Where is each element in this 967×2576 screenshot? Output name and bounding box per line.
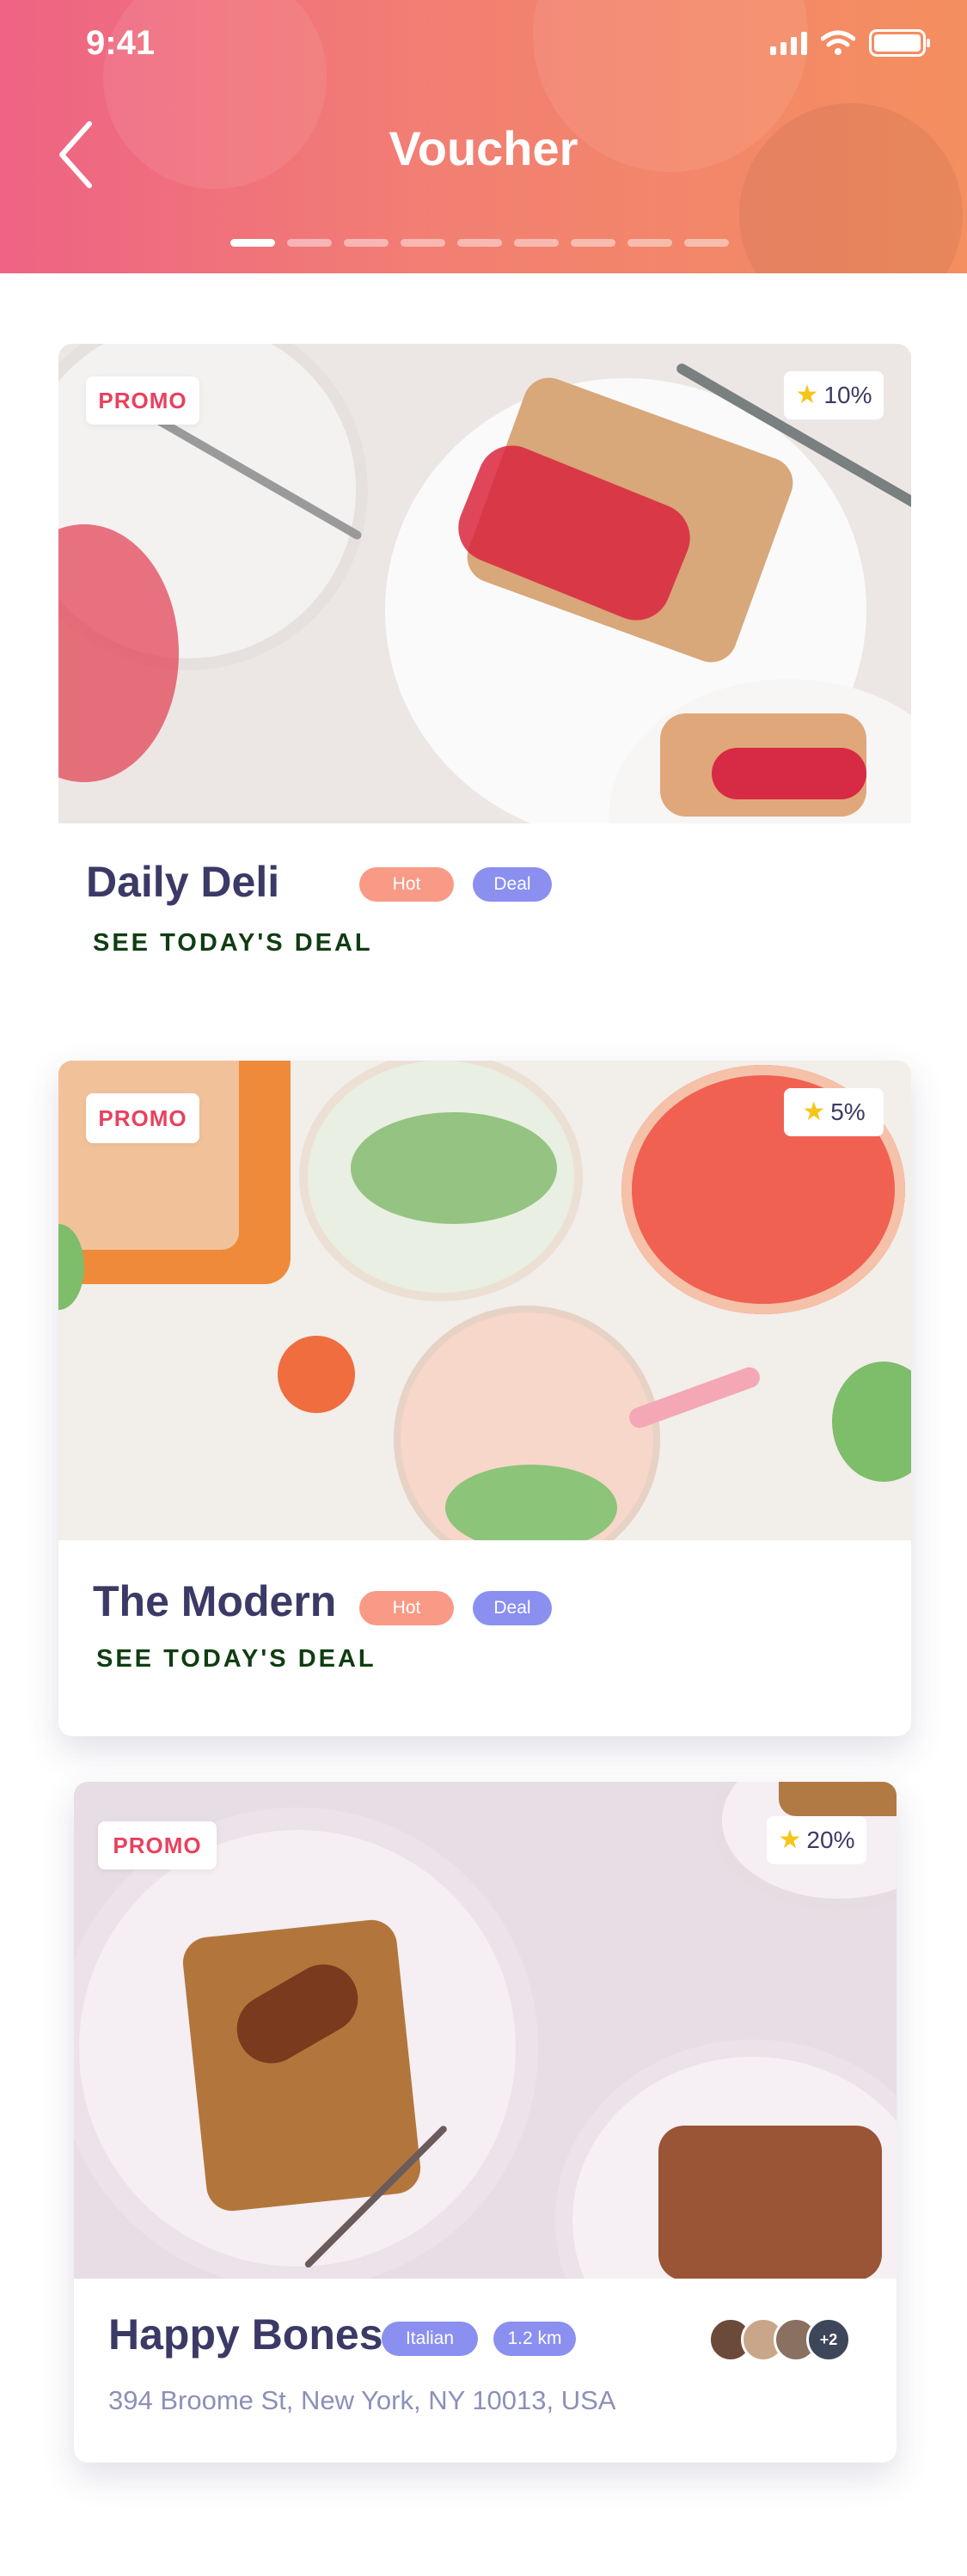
star-icon: ★ [802, 1098, 826, 1126]
header: 9:41 Voucher [0, 0, 967, 273]
status-bar: 9:41 [0, 0, 967, 86]
voucher-card[interactable]: PROMO ★ 5% The Modern Hot Deal SEE TODAY… [58, 1061, 911, 1736]
page-indicator-dot[interactable] [571, 239, 615, 247]
restaurant-name: Happy Bones [108, 2310, 383, 2359]
page-indicator-dot[interactable] [514, 239, 559, 247]
rating-value: 5% [830, 1098, 866, 1125]
see-deal-link[interactable]: SEE TODAY'S DEAL [93, 929, 373, 958]
battery-icon [869, 29, 930, 57]
wifi-icon [821, 30, 855, 55]
tag-deal[interactable]: Deal [473, 1591, 552, 1625]
tag-cuisine[interactable]: Italian [382, 2322, 478, 2356]
page-indicator [230, 239, 729, 247]
tag-hot[interactable]: Hot [359, 867, 454, 902]
page-indicator-dot[interactable] [230, 239, 275, 247]
page-indicator-dot[interactable] [684, 239, 729, 247]
rating-badge: ★ 20% [767, 1816, 866, 1864]
status-icons [770, 29, 930, 57]
page-title: Voucher [389, 121, 578, 175]
restaurant-name: Daily Deli [86, 858, 280, 906]
cellular-signal-icon [770, 31, 807, 55]
restaurant-name: The Modern [93, 1577, 337, 1625]
promo-badge: PROMO [86, 1093, 199, 1143]
voucher-card[interactable]: PROMO ★ 10% Daily Deli Hot Deal SEE TODA… [58, 344, 911, 980]
tag-hot[interactable]: Hot [359, 1591, 454, 1625]
page-indicator-dot[interactable] [344, 239, 389, 247]
page-indicator-dot[interactable] [457, 239, 502, 247]
page-indicator-dot[interactable] [627, 239, 672, 247]
rating-value: 10% [823, 382, 872, 408]
tag-deal[interactable]: Deal [473, 867, 552, 902]
rating-value: 20% [806, 1826, 855, 1853]
restaurant-address: 394 Broome St, New York, NY 10013, USA [108, 2385, 616, 2415]
status-time: 9:41 [86, 24, 156, 62]
rating-badge: ★ 5% [784, 1088, 884, 1136]
voucher-card[interactable]: PROMO ★ 20% Happy Bones Italian 1.2 km +… [74, 1782, 897, 2463]
star-icon: ★ [795, 381, 819, 409]
tag-distance[interactable]: 1.2 km [493, 2322, 576, 2356]
see-deal-link[interactable]: SEE TODAY'S DEAL [96, 1645, 376, 1673]
page-indicator-dot[interactable] [287, 239, 332, 247]
rating-badge: ★ 10% [784, 371, 884, 419]
promo-badge: PROMO [98, 1821, 217, 1869]
promo-badge: PROMO [86, 376, 199, 425]
attendee-avatars[interactable]: +2 [708, 2317, 851, 2362]
page-indicator-dot[interactable] [401, 239, 445, 247]
star-icon: ★ [778, 1826, 802, 1854]
more-avatars-badge: +2 [806, 2317, 851, 2362]
